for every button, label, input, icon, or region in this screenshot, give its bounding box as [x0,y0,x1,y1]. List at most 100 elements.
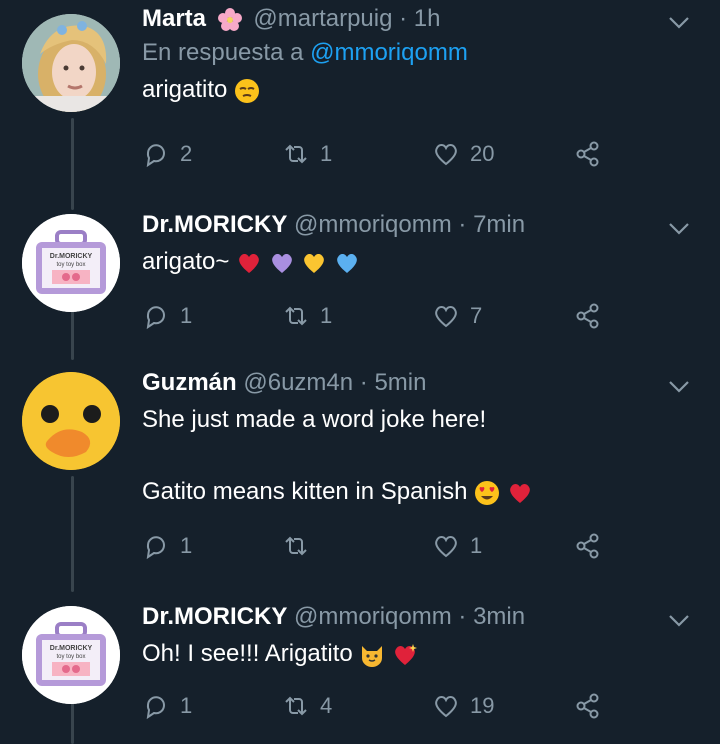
tweet-header: Dr.MORICKY @mmoriqomm · 7min [142,210,680,240]
tweet-text: Oh! I see!!! Arigatito [142,638,680,670]
display-name[interactable]: Marta [142,5,206,32]
reply-context: En respuesta a @mmoriqomm [142,38,680,68]
retweet-icon [285,696,307,716]
yellow-heart-emoji-icon [304,253,325,273]
tweet-text: arigato~ [142,246,680,278]
timestamp[interactable]: 1h [414,5,441,32]
tweet-text-line: She just made a word joke here! [142,406,487,433]
display-name[interactable]: Dr.MORICKY [142,211,287,238]
chevron-down-icon[interactable] [666,608,692,634]
avatar[interactable] [22,14,120,112]
reply-button[interactable]: 1 [142,302,192,330]
reply-count: 1 [180,693,193,718]
separator-dot: · [399,5,408,32]
chevron-down-icon[interactable] [666,374,692,400]
red-heart-emoji-icon [239,253,259,273]
tweet-text: arigatito [142,74,680,106]
like-button[interactable]: 1 [432,532,482,560]
like-button[interactable]: 20 [432,140,494,168]
tweet-marta[interactable]: Marta @martarpuig · 1h En respuesta a @m… [0,0,720,190]
user-handle[interactable]: @mmoriqomm [294,603,452,630]
tweet-text-line-2: Gatito means kitten in Spanish [142,476,680,508]
reply-button[interactable]: 1 [142,532,192,560]
tweet-moricky[interactable]: Dr.MORICKY toy toy box Dr.MORICKY @mmori… [0,196,720,346]
reply-button[interactable]: 1 [142,692,192,720]
cat-face-emoji-icon [362,645,383,667]
user-handle[interactable]: @martarpuig [253,5,392,32]
tweet-header: Guzmán @6uzm4n · 5min [142,368,680,398]
blue-heart-emoji-icon [337,253,357,273]
pensive-face-emoji-icon [235,78,260,103]
retweet-button[interactable]: 1 [282,302,332,330]
avatar-label-line1: Dr.MORICKY [50,253,93,260]
avatar[interactable]: Dr.MORICKY toy toy box [22,214,120,312]
like-count: 20 [470,141,495,166]
separator-dot: · [359,369,368,396]
cherry-blossom-icon [217,7,242,31]
reply-icon [146,696,165,720]
retweet-button[interactable] [282,532,320,560]
retweet-count: 1 [320,303,333,328]
retweet-icon [285,144,307,164]
share-button[interactable] [574,692,602,720]
reply-icon [146,536,165,560]
separator-dot: · [458,211,467,238]
retweet-count: 4 [320,693,333,718]
tweet-header: Dr.MORICKY @mmoriqomm · 3min [142,602,680,632]
chevron-down-icon[interactable] [666,216,692,242]
user-handle[interactable]: @6uzm4n [243,369,353,396]
tweet-moricky-2[interactable]: Dr.MORICKY toy toy box Dr.MORICKY @mmori… [0,590,720,744]
share-button[interactable] [574,302,602,330]
like-count: 1 [470,533,483,558]
tweet-text-body: Gatito means kitten in Spanish [142,478,468,505]
like-button[interactable]: 19 [432,692,494,720]
reply-icon [146,144,165,168]
purple-heart-emoji-icon [271,253,292,273]
avatar-label-line2: toy toy box [56,654,85,660]
chevron-down-icon[interactable] [666,10,692,36]
tweet-text-body: arigato~ [142,248,230,275]
avatar-label-line2: toy toy box [56,262,85,268]
separator-dot: · [458,603,467,630]
sparkling-heart-emoji-icon [395,643,418,665]
retweet-button[interactable]: 4 [282,692,332,720]
reply-button[interactable]: 2 [142,140,192,168]
tweet-actions: 2 1 20 [142,140,612,172]
like-count: 7 [470,303,483,328]
retweet-count: 1 [320,141,333,166]
share-icon [576,533,599,559]
share-button[interactable] [574,532,602,560]
like-button[interactable]: 7 [432,302,482,330]
tweet-actions: 1 4 19 [142,692,612,724]
timestamp[interactable]: 3min [473,603,525,630]
reply-mention-link[interactable]: @mmoriqomm [310,39,468,66]
retweet-icon [285,536,307,556]
heart-icon [435,306,457,328]
avatar[interactable]: Dr.MORICKY toy toy box [22,606,120,704]
tweet-text-body: Oh! I see!!! Arigatito [142,640,353,667]
reply-count: 1 [180,303,193,328]
avatar[interactable] [22,372,120,470]
tweet-text: She just made a word joke here! Gatito m… [142,404,680,508]
share-button[interactable] [574,140,602,168]
display-name[interactable]: Guzmán [142,369,237,396]
heart-icon [435,536,457,558]
red-heart-emoji-icon [510,483,530,503]
like-count: 19 [470,693,495,718]
user-handle[interactable]: @mmoriqomm [294,211,452,238]
tweet-header: Marta @martarpuig · 1h [142,4,680,34]
timestamp[interactable]: 5min [374,369,426,396]
tweet-text-body: arigatito [142,76,228,103]
tweet-actions: 1 1 [142,532,612,564]
tweet-actions: 1 1 7 [142,302,612,334]
display-name[interactable]: Dr.MORICKY [142,603,287,630]
tweet-guzman[interactable]: Guzmán @6uzm4n · 5min She just made a wo… [0,356,720,586]
timestamp[interactable]: 7min [473,211,525,238]
reply-count: 1 [180,533,193,558]
reply-icon [146,306,165,330]
heart-icon [435,696,457,718]
retweet-button[interactable]: 1 [282,140,332,168]
avatar-label-line1: Dr.MORICKY [50,645,93,652]
heart-icon [435,144,457,166]
reply-count: 2 [180,141,193,166]
